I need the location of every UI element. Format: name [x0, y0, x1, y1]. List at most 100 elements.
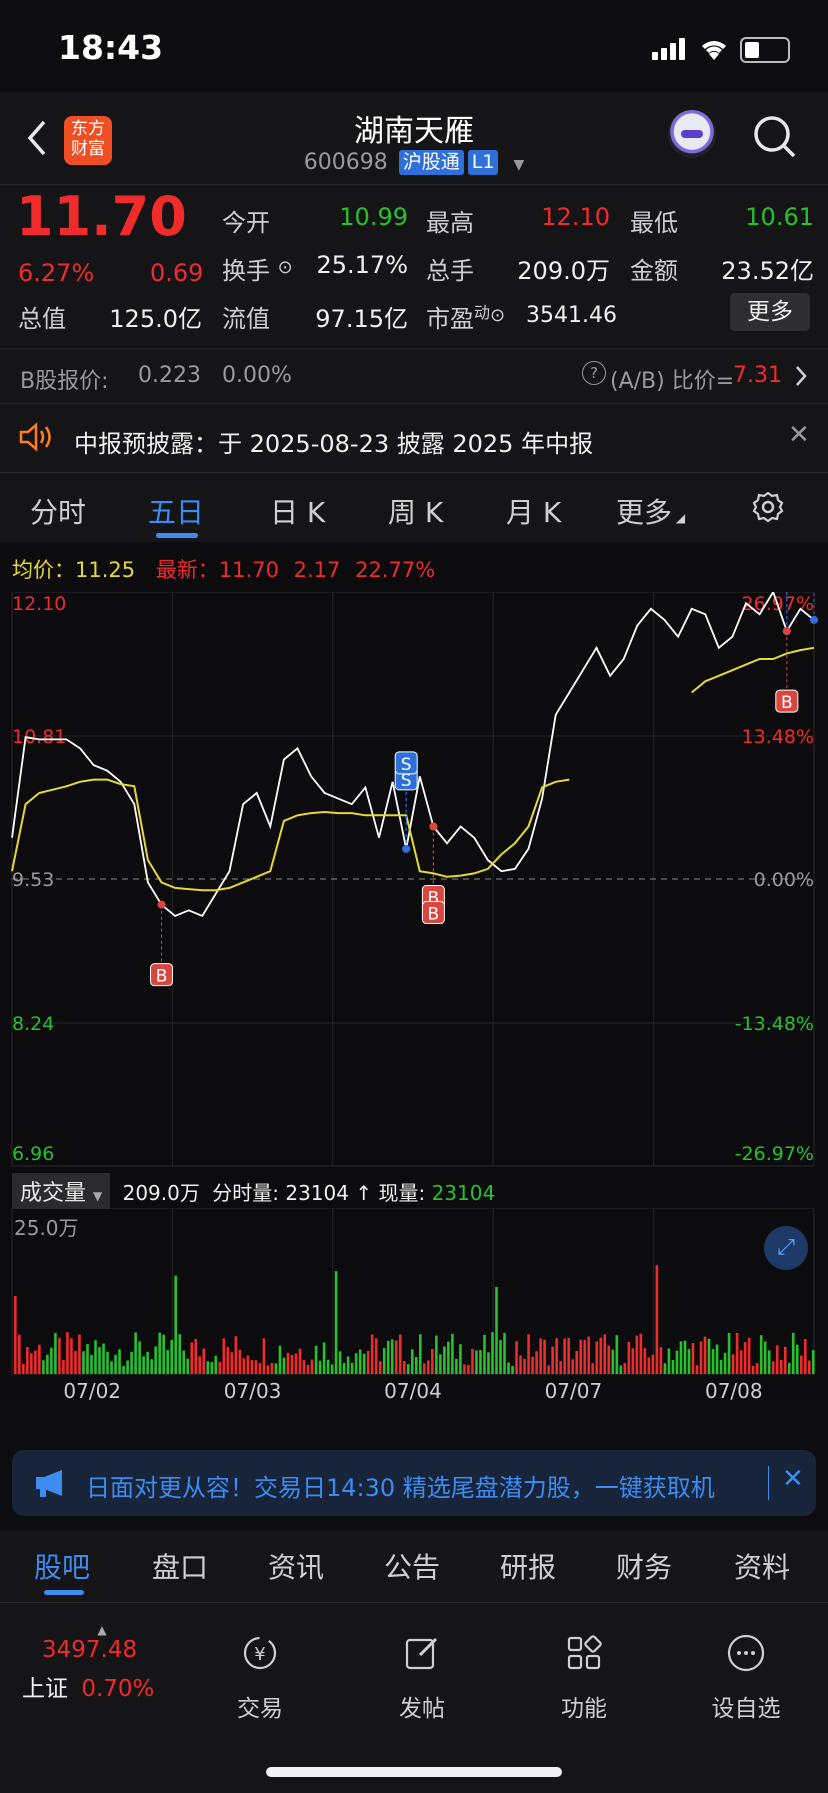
volume-bar — [543, 1339, 546, 1374]
tab-weekly-k[interactable]: 周 K — [388, 491, 443, 531]
index-pct: 0.70% — [81, 1676, 155, 1702]
volume-bar — [106, 1351, 109, 1374]
post-button[interactable]: 发帖 — [362, 1633, 482, 1723]
close-icon[interactable]: ✕ — [782, 1464, 804, 1494]
volume-bar — [250, 1360, 254, 1374]
tab-guba[interactable]: 股吧 — [34, 1546, 90, 1586]
volume-bar — [587, 1336, 591, 1374]
volume-bar — [158, 1332, 161, 1374]
tab-more[interactable]: 更多 ◢ — [616, 491, 685, 531]
tab-news[interactable]: 资讯 — [268, 1546, 324, 1586]
volume-bar — [459, 1344, 462, 1374]
volume-bar — [102, 1343, 105, 1374]
change-amount: 0.69 — [150, 259, 204, 287]
change-pct: 6.27% — [18, 259, 95, 287]
volume-bar — [370, 1334, 374, 1374]
volume-bar — [162, 1334, 165, 1374]
help-icon[interactable]: ? — [582, 361, 606, 385]
volume-bar — [643, 1348, 647, 1374]
home-indicator — [266, 1767, 562, 1777]
functions-button[interactable]: 功能 — [524, 1633, 644, 1723]
volume-max-label: 25.0万 — [14, 1216, 79, 1240]
volume-bar — [787, 1362, 791, 1374]
volume-bar — [62, 1359, 65, 1374]
last-price: 11.70 — [16, 185, 187, 248]
tab-research[interactable]: 研报 — [500, 1546, 556, 1586]
index-name: 上证 — [22, 1676, 68, 1702]
volume-bar — [258, 1363, 262, 1374]
volume-bar — [535, 1351, 538, 1374]
volume-bar — [286, 1352, 290, 1374]
volume-bar — [803, 1339, 807, 1374]
volume-bar — [226, 1347, 230, 1374]
info-icon[interactable]: ⊙ — [490, 305, 505, 326]
chevron-right-icon[interactable] — [794, 365, 808, 387]
volume-bar — [14, 1296, 17, 1374]
volume-bar — [90, 1355, 93, 1374]
gear-icon[interactable] — [752, 491, 784, 523]
tab-intraday[interactable]: 分时 — [30, 491, 86, 531]
promo-banner[interactable]: 日面对更从容！交易日14:30 精选尾盘潜力股，一键获取机 ✕ — [12, 1450, 816, 1516]
volume-bar — [491, 1332, 494, 1374]
volume-bar — [142, 1356, 145, 1374]
volume-bar — [310, 1359, 314, 1374]
volume-bar — [471, 1349, 474, 1374]
amount-label: 金额 — [630, 257, 678, 285]
volume-bar — [695, 1365, 699, 1374]
volume-bar — [615, 1335, 619, 1374]
robot-assistant-icon[interactable] — [668, 110, 716, 158]
trade-button[interactable]: ¥ 交易 — [200, 1633, 320, 1723]
volume-bar — [170, 1339, 173, 1374]
volume-bar — [619, 1365, 623, 1374]
volume-chart[interactable]: 07/02 07/03 07/04 07/07 07/08 — [0, 1208, 828, 1402]
info-icon[interactable]: ⊙ — [278, 257, 293, 278]
volume-bar — [699, 1341, 703, 1374]
tab-finance[interactable]: 财务 — [616, 1546, 672, 1586]
speaker-icon — [19, 422, 51, 452]
volume-bar — [755, 1363, 759, 1374]
quote-panel: 11.70 6.27% 0.69 今开 10.99 最高 12.10 最低 10… — [0, 184, 828, 347]
marker-dot — [402, 844, 411, 853]
volume-bar — [118, 1349, 121, 1374]
volume-bar — [114, 1354, 117, 1374]
tab-pankou[interactable]: 盘口 — [152, 1546, 208, 1586]
price-chart[interactable]: 12.10 26.97%10.81 13.48%9.53 0.00%8.24 -13.4… — [0, 592, 828, 1172]
volume-bar — [306, 1365, 310, 1374]
index-widget[interactable]: ▲ 3497.48 上证 0.70% — [22, 1623, 182, 1703]
more-button[interactable]: 更多 — [730, 293, 810, 331]
volume-bar — [511, 1365, 514, 1374]
b-share-row[interactable]: B股报价: 0.223 0.00% ? (A/B) 比价= 7.31 — [0, 348, 828, 403]
volume-bar — [98, 1347, 101, 1374]
open-label: 今开 — [222, 209, 270, 237]
tab-five-day[interactable]: 五日 — [148, 491, 204, 531]
volume-bar — [655, 1265, 659, 1374]
tab-monthly-k[interactable]: 月 K — [506, 491, 561, 531]
marker-dot — [429, 822, 438, 831]
close-icon[interactable]: ✕ — [788, 420, 810, 450]
volume-bar — [671, 1359, 675, 1374]
b-share-pct: 0.00% — [222, 363, 292, 388]
volume-bar — [647, 1357, 651, 1374]
volume-bar — [246, 1355, 250, 1374]
volume-bar — [238, 1349, 242, 1374]
volume-bar — [298, 1348, 302, 1374]
index-value: 3497.48 — [42, 1637, 138, 1663]
low-value: 10.61 — [745, 203, 814, 231]
y-tick-left: 12.10 — [12, 593, 66, 615]
volume-bar — [423, 1363, 426, 1374]
tab-daily-k[interactable]: 日 K — [270, 491, 325, 531]
volume-bar — [202, 1348, 206, 1374]
marker-dot — [157, 900, 166, 909]
search-icon[interactable] — [752, 114, 798, 160]
y-tick-right: -13.48% — [735, 1013, 814, 1035]
expand-icon[interactable]: ⤢ — [764, 1226, 808, 1270]
volume-dropdown[interactable]: 成交量 ▼ — [12, 1173, 111, 1209]
notice-bar[interactable]: 中报预披露：于 2025-08-23 披露 2025 年中报 ✕ — [0, 403, 828, 472]
volume-bar — [563, 1338, 566, 1374]
tab-profile[interactable]: 资料 — [734, 1546, 790, 1586]
tab-announcement[interactable]: 公告 — [384, 1546, 440, 1586]
header: 东方 财富 湖南天雁 600698 沪股通 L1 ▼ — [0, 92, 828, 184]
turnover-value: 25.17% — [316, 251, 408, 279]
volume-now: 23104 — [431, 1181, 496, 1205]
add-watchlist-button[interactable]: 设自选 — [686, 1633, 806, 1723]
